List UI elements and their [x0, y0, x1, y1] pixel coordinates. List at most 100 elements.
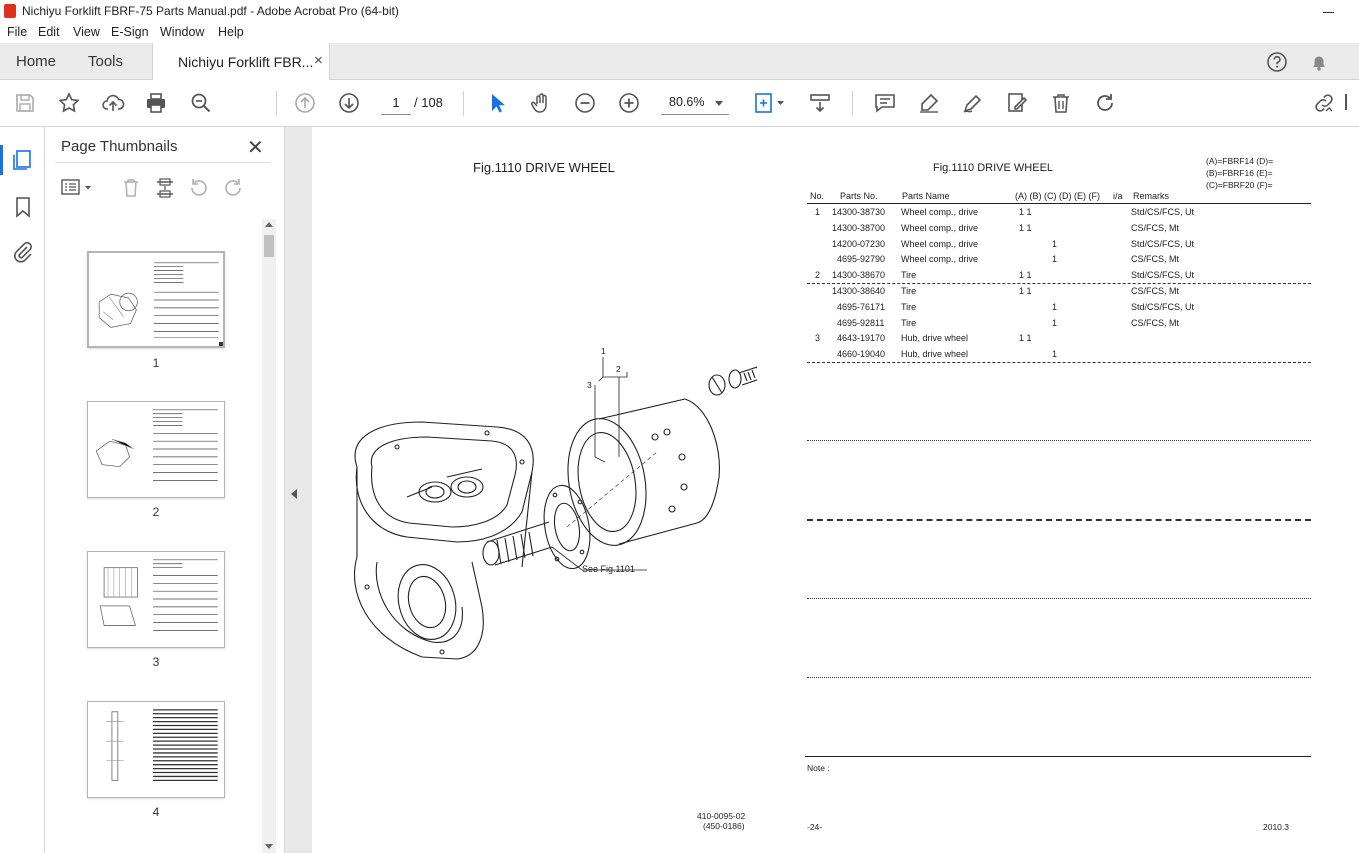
- thumbnail-preview: [106, 709, 218, 781]
- notification-bell-icon[interactable]: [1308, 51, 1330, 73]
- rotate-clockwise-icon[interactable]: [1093, 91, 1117, 115]
- menu-esign[interactable]: E-Sign: [111, 25, 149, 39]
- page-thumbnail[interactable]: [87, 251, 225, 348]
- zoom-out-icon[interactable]: [573, 91, 597, 115]
- cell-qty: 1 1: [1019, 207, 1032, 217]
- cell-parts-no: 4695-76171: [837, 301, 886, 312]
- menu-help[interactable]: Help: [218, 25, 244, 39]
- page-fit-icon[interactable]: [752, 91, 788, 115]
- page-thumbnail[interactable]: [87, 701, 225, 798]
- cell-parts-no: 14300-38730: [832, 207, 886, 217]
- figure-title-right: Fig.1110 DRIVE WHEEL: [933, 162, 1054, 174]
- panel-collapse-strip[interactable]: [285, 127, 312, 853]
- cell-parts-no: 14200-07230: [832, 238, 886, 249]
- cell-qty: 1: [1052, 349, 1058, 360]
- tab-bar: Home Tools Nichiyu Forklift FBR... ×: [0, 43, 1359, 81]
- bookmark-star-icon[interactable]: [57, 91, 81, 115]
- menu-window[interactable]: Window: [160, 25, 204, 39]
- cell-name: Tire: [901, 317, 917, 328]
- collapse-arrow-icon[interactable]: [291, 489, 297, 499]
- thumbnail-preview: [99, 559, 218, 631]
- see-figure-callout: See Fig.1101: [582, 564, 635, 574]
- scroll-down-arrow-icon[interactable]: [265, 844, 273, 849]
- menu-view[interactable]: View: [73, 25, 100, 39]
- cell-name: Tire: [901, 301, 917, 312]
- table-dotted-rule: [807, 440, 1311, 441]
- zoom-level-select[interactable]: 80.6%: [661, 92, 729, 115]
- scroll-up-arrow-icon[interactable]: [265, 222, 273, 227]
- save-icon[interactable]: [13, 91, 37, 115]
- toolbar-separator: [276, 91, 277, 116]
- hand-tool-icon[interactable]: [529, 91, 553, 115]
- cell-qty: 1 1: [1019, 286, 1032, 296]
- window-title: Nichiyu Forklift FBRF-75 Parts Manual.pd…: [22, 4, 399, 18]
- cell-parts-no: 14300-38700: [832, 222, 886, 233]
- document-tab-label: Nichiyu Forklift FBR...: [178, 54, 314, 70]
- cell-remarks: Std/CS/FCS, Ut: [1131, 238, 1195, 249]
- select-cursor-icon[interactable]: [485, 91, 509, 115]
- col-header-remarks: Remarks: [1133, 191, 1170, 201]
- thumbnail-label: 1: [152, 356, 160, 370]
- resize-handle[interactable]: [219, 342, 223, 346]
- legend-line: (C)=FBRF20 (F)=: [1206, 180, 1273, 190]
- close-panel-icon[interactable]: ✕: [247, 135, 264, 160]
- page-number-input[interactable]: 1: [381, 92, 411, 115]
- panel-divider: [55, 162, 271, 163]
- rotate-clockwise-page-icon[interactable]: [222, 177, 244, 199]
- draw-pencil-icon[interactable]: [961, 91, 985, 115]
- cell-remarks: Std/CS/FCS, Ut: [1131, 270, 1195, 281]
- upload-cloud-icon[interactable]: [101, 91, 125, 115]
- extract-pages-icon[interactable]: [154, 177, 176, 199]
- bookmarks-icon[interactable]: [11, 195, 35, 219]
- cell-no: 2: [815, 270, 821, 281]
- scroll-mode-icon[interactable]: [808, 91, 832, 115]
- cell-name: Wheel comp., drive: [901, 238, 979, 249]
- options-menu-icon[interactable]: [60, 177, 94, 199]
- thumbnail-tools: [45, 175, 285, 203]
- acrobat-pdf-icon: [4, 4, 16, 18]
- thumbnails-scrollbar[interactable]: [262, 219, 276, 853]
- col-header-no: No.: [810, 191, 825, 201]
- cell-qty: 1: [1052, 238, 1058, 249]
- close-tab-icon[interactable]: ×: [314, 52, 323, 69]
- next-page-icon[interactable]: [337, 91, 361, 115]
- menu-file[interactable]: File: [7, 25, 27, 39]
- help-icon[interactable]: [1266, 51, 1288, 73]
- drawing-reference: (450-0186): [703, 821, 745, 831]
- note-rule: [805, 756, 1311, 757]
- print-icon[interactable]: [144, 91, 168, 115]
- scrollbar-thumb[interactable]: [264, 235, 274, 257]
- share-link-icon[interactable]: [1312, 91, 1336, 115]
- menu-bar: File Edit View E-Sign Window Help: [0, 22, 1359, 43]
- tab-home[interactable]: Home: [16, 53, 56, 70]
- right-pane-toggle[interactable]: [1343, 92, 1359, 112]
- zoom-in-icon[interactable]: [617, 91, 641, 115]
- delete-trash-icon[interactable]: [1049, 91, 1073, 115]
- page-thumbnail[interactable]: [87, 401, 225, 498]
- zoom-search-icon[interactable]: [189, 91, 213, 115]
- document-view[interactable]: Fig.1110 DRIVE WHEEL Fig.1110 DRIVE WHEE…: [312, 127, 1359, 853]
- page-thumbnail[interactable]: [87, 551, 225, 648]
- minimize-button[interactable]: [1318, 3, 1338, 19]
- table-dashed-rule: [807, 519, 1311, 521]
- cell-name: Hub, drive wheel: [901, 333, 969, 344]
- edit-pdf-icon[interactable]: [1005, 91, 1029, 115]
- cell-no: 1: [815, 207, 821, 217]
- tab-document[interactable]: Nichiyu Forklift FBR... ×: [152, 43, 330, 81]
- rotate-counterclockwise-icon[interactable]: [188, 177, 210, 199]
- cell-remarks: Std/CS/FCS, Ut: [1131, 301, 1195, 312]
- tab-tools[interactable]: Tools: [88, 53, 123, 70]
- thumbnail-preview: [98, 262, 219, 338]
- delete-page-icon[interactable]: [120, 177, 142, 199]
- col-header-models: (A) (B) (C) (D) (E) (F): [1015, 191, 1100, 201]
- menu-edit[interactable]: Edit: [38, 25, 60, 39]
- page-thumbnails-icon[interactable]: [11, 148, 35, 172]
- previous-page-icon[interactable]: [293, 91, 317, 115]
- cell-name: Wheel comp., drive: [901, 254, 979, 265]
- attachments-paperclip-icon[interactable]: [11, 240, 35, 264]
- comment-icon[interactable]: [873, 91, 897, 115]
- cell-remarks: CS/FCS, Mt: [1131, 254, 1180, 265]
- col-header-ia: i/a: [1113, 191, 1123, 201]
- date-footer: 2010.3: [1263, 822, 1289, 832]
- highlight-pen-icon[interactable]: [917, 91, 941, 115]
